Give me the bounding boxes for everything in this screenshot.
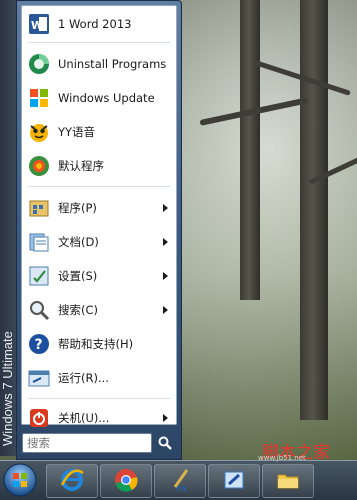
run-icon xyxy=(26,365,52,391)
menu-item-uninstall-programs[interactable]: Uninstall Programs xyxy=(22,48,176,80)
svg-text:?: ? xyxy=(35,337,43,353)
menu-item-label: 运行(R)... xyxy=(58,371,109,385)
taskbar-button-paint[interactable] xyxy=(208,464,260,498)
menu-item-programs[interactable]: 程序(P) xyxy=(22,192,176,224)
menu-item-yy-voice[interactable]: YY语音 xyxy=(22,116,176,148)
taskbar-button-internet-explorer[interactable] xyxy=(46,464,98,498)
watermark-url: www.jb51.net xyxy=(258,454,306,462)
submenu-arrow-icon xyxy=(163,204,168,212)
menu-item-label: 程序(P) xyxy=(58,201,97,215)
chrome-icon xyxy=(113,467,139,496)
divider xyxy=(28,42,170,43)
program-pane: W 1 Word 2013 Uninstall Programs Windows… xyxy=(21,5,177,427)
menu-item-label: YY语音 xyxy=(58,125,96,139)
folder-icon xyxy=(275,467,301,496)
menu-item-run[interactable]: 运行(R)... xyxy=(22,362,176,394)
submenu-arrow-icon xyxy=(163,414,168,422)
menu-item-label: 帮助和支持(H) xyxy=(58,337,134,351)
menu-item-help-and-support[interactable]: ? 帮助和支持(H) xyxy=(22,328,176,360)
taskbar: cs xyxy=(0,460,357,500)
menu-item-label: 设置(S) xyxy=(58,269,98,283)
search-icon[interactable] xyxy=(157,435,173,451)
power-icon xyxy=(26,405,52,431)
menu-item-shutdown[interactable]: 关机(U)... xyxy=(22,402,176,434)
edition-label: Windows 7 Ultimate xyxy=(0,331,15,446)
submenu-arrow-icon xyxy=(163,272,168,280)
ps-cs-icon: cs xyxy=(167,467,193,496)
settings-icon xyxy=(26,263,52,289)
menu-item-default-programs[interactable]: 默认程序 xyxy=(22,150,176,182)
search-magnifier-icon xyxy=(26,297,52,323)
menu-item-label: 搜索(C) xyxy=(58,303,99,317)
help-icon: ? xyxy=(26,331,52,357)
menu-item-windows-update[interactable]: Windows Update xyxy=(22,82,176,114)
taskbar-button-chrome[interactable] xyxy=(100,464,152,498)
programs-icon xyxy=(26,195,52,221)
menu-item-label: 1 Word 2013 xyxy=(58,17,132,31)
documents-icon xyxy=(26,229,52,255)
menu-item-label: 关机(U)... xyxy=(58,411,110,425)
default-programs-icon xyxy=(26,153,52,179)
taskbar-button-file-explorer[interactable] xyxy=(262,464,314,498)
svg-text:cs: cs xyxy=(176,484,187,493)
svg-text:W: W xyxy=(31,19,43,32)
submenu-arrow-icon xyxy=(163,238,168,246)
start-menu: W 1 Word 2013 Uninstall Programs Windows… xyxy=(16,0,182,460)
menu-item-label: Windows Update xyxy=(58,91,155,105)
submenu-arrow-icon xyxy=(163,306,168,314)
internet-explorer-icon xyxy=(59,467,85,496)
menu-item-label: Uninstall Programs xyxy=(58,57,167,71)
tree-trunk xyxy=(240,0,260,300)
uninstall-icon xyxy=(26,51,52,77)
menu-item-label: 文档(D) xyxy=(58,235,99,249)
menu-item-documents[interactable]: 文档(D) xyxy=(22,226,176,258)
menu-item-word[interactable]: W 1 Word 2013 xyxy=(22,8,176,40)
taskbar-button-photoshop-cs[interactable]: cs xyxy=(154,464,206,498)
paint-icon xyxy=(221,467,247,496)
menu-item-label: 默认程序 xyxy=(58,159,104,173)
search-input[interactable] xyxy=(22,433,152,453)
yy-voice-icon xyxy=(26,119,52,145)
word-icon: W xyxy=(26,11,52,37)
divider xyxy=(28,186,170,187)
menu-item-settings[interactable]: 设置(S) xyxy=(22,260,176,292)
start-button[interactable] xyxy=(2,462,38,498)
tree-trunk xyxy=(300,0,328,420)
edition-strip: Windows 7 Ultimate xyxy=(0,0,16,456)
menu-item-search[interactable]: 搜索(C) xyxy=(22,294,176,326)
divider xyxy=(28,398,170,399)
windows-update-icon xyxy=(26,85,52,111)
